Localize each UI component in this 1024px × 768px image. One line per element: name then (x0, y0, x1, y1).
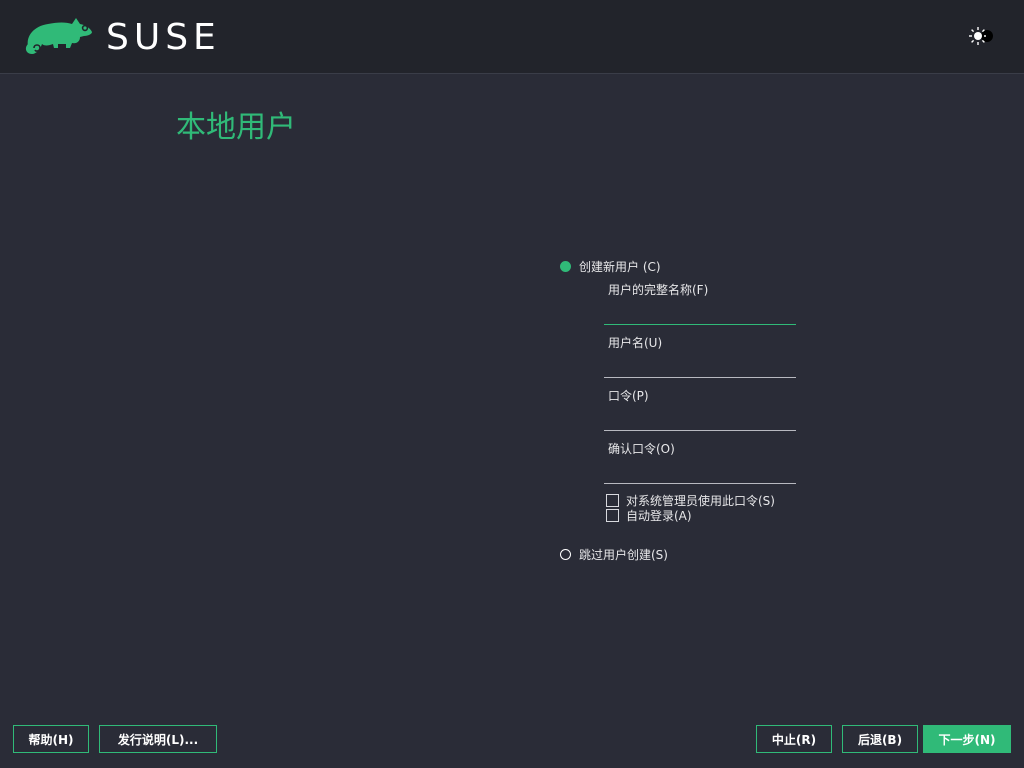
radio-indicator[interactable] (560, 261, 571, 272)
next-button[interactable]: 下一步(N) (923, 725, 1011, 753)
confirm-password-label: 确认口令(O) (608, 442, 675, 456)
abort-button[interactable]: 中止(R) (756, 725, 832, 753)
radio-indicator[interactable] (560, 549, 571, 560)
create-user-label: 创建新用户 (C) (579, 260, 661, 274)
password-input[interactable] (604, 409, 796, 431)
header-bar: SUSE (0, 0, 1024, 74)
full-name-input[interactable] (604, 303, 796, 325)
sun-moon-icon (969, 27, 993, 45)
back-button[interactable]: 后退(B) (842, 725, 918, 753)
skip-user-radio[interactable]: 跳过用户创建(S) (560, 546, 668, 563)
auto-login-checkbox[interactable]: 自动登录(A) (606, 507, 692, 524)
checkbox-box[interactable] (606, 494, 619, 507)
page-title: 本地用户 (176, 110, 296, 145)
checkbox-box[interactable] (606, 509, 619, 522)
confirm-password-input[interactable] (604, 462, 796, 484)
password-label: 口令(P) (608, 389, 649, 403)
brand-name: SUSE (106, 17, 221, 58)
chameleon-icon (25, 18, 93, 54)
suse-logo: SUSE (22, 16, 221, 60)
full-name-label: 用户的完整名称(F) (608, 283, 709, 297)
release-notes-button[interactable]: 发行说明(L)... (99, 725, 217, 753)
username-label: 用户名(U) (608, 336, 663, 350)
auto-login-label: 自动登录(A) (626, 509, 692, 523)
username-input[interactable] (604, 356, 796, 378)
skip-user-label: 跳过用户创建(S) (579, 548, 668, 562)
help-button[interactable]: 帮助(H) (13, 725, 89, 753)
create-user-radio[interactable]: 创建新用户 (C) (560, 258, 661, 275)
theme-toggle-button[interactable] (968, 26, 996, 46)
